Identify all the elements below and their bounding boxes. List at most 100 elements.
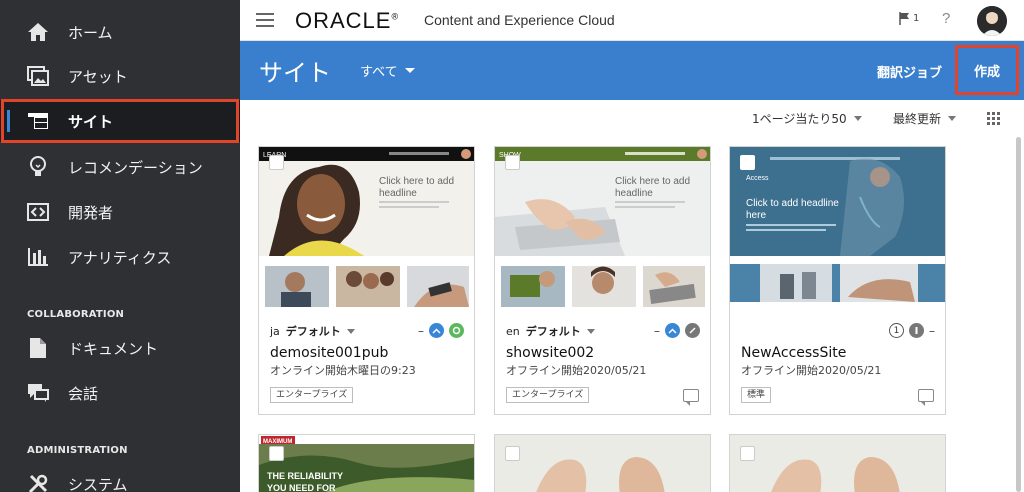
online-icon [449,323,464,338]
conversation-icon [26,381,50,405]
select-checkbox[interactable] [740,446,755,461]
lightbulb-icon [26,155,50,179]
site-card[interactable]: SHOW Click here to add headline en デフォルト [494,146,711,415]
site-status: オンライン開始木曜日の9:23 [270,364,416,377]
site-card[interactable]: LEARN Click here to add headline ja デフォル… [258,146,475,415]
offline-icon [685,323,700,338]
draft-icon [909,323,924,338]
chevron-down-icon [586,328,595,334]
minus-icon[interactable]: – [654,324,660,338]
developer-icon [26,200,50,224]
assets-icon [26,64,50,88]
language-label: デフォルト [525,325,581,338]
site-name[interactable]: NewAccessSite [741,345,846,361]
help-icon[interactable]: ? [942,10,950,27]
site-status-icons: 1 – [889,323,935,338]
hamburger-menu-icon[interactable] [256,13,274,27]
site-card[interactable]: Access Click to add headline here 1 – Ne… [729,146,946,415]
document-icon [26,336,50,360]
section-administration: ADMINISTRATION [27,445,128,456]
sidebar-item-analytics[interactable]: アナリティクス [0,236,240,278]
sidebar-item-label: システム [68,475,128,492]
language-code: ja [270,324,280,338]
site-card[interactable] [729,434,946,492]
svg-text:headline: headline [379,188,417,199]
select-checkbox[interactable] [740,155,755,170]
site-type-badge: 標準 [741,387,772,403]
sidebar-item-label: アナリティクス [68,248,172,267]
sidebar-item-label: アセット [68,67,128,86]
site-thumbnail: SHOW Click here to add headline [495,147,710,311]
chevron-down-icon [853,116,862,121]
site-status: オフライン開始2020/05/21 [506,364,647,377]
flag-icon [899,12,909,25]
language-code: en [506,324,520,338]
analytics-icon [26,245,50,269]
site-type-badge: エンタープライズ [506,387,590,403]
site-card[interactable]: MAXIMUM THE RELIABILITY YOU NEED FOR [258,434,475,492]
sidebar-item-label: ドキュメント [68,339,159,358]
product-name: Content and Experience Cloud [424,12,615,28]
select-checkbox[interactable] [505,155,520,170]
filter-dropdown[interactable]: すべて [360,61,415,80]
per-page-dropdown[interactable]: 1ページ当たり50 [752,110,862,127]
per-page-label: 1ページ当たり50 [752,112,847,126]
published-icon [429,323,444,338]
page-header-bar: サイト すべて 翻訳ジョブ 作成 [240,41,1024,100]
svg-text:here: here [746,210,766,221]
sidebar-item-label: 開発者 [68,203,114,222]
home-icon [26,20,50,44]
count-badge: 1 [889,323,904,338]
svg-text:Click to add headline: Click to add headline [746,198,839,209]
sidebar: ホーム アセット サイト レコメンデーション 開発者 アナリティクス COLLA… [0,0,240,492]
site-thumbnail [495,435,710,492]
select-checkbox[interactable] [505,446,520,461]
language-label: デフォルト [285,325,341,338]
language-dropdown[interactable]: ja デフォルト [270,323,355,339]
translation-jobs-link[interactable]: 翻訳ジョブ [877,62,942,81]
site-status-icons: – [654,323,700,338]
grid-view-icon[interactable] [987,112,1000,125]
section-collaboration: COLLABORATION [27,309,125,320]
svg-text:Click here to add: Click here to add [379,176,454,187]
site-card[interactable] [494,434,711,492]
select-checkbox[interactable] [269,155,284,170]
notification-count: 1 [913,13,920,24]
template-label: Access [746,175,769,182]
sort-dropdown[interactable]: 最終更新 [893,110,957,127]
avatar[interactable] [977,6,1007,36]
site-thumbnail: Access Click to add headline here [730,147,945,311]
tools-icon [26,472,50,492]
chevron-down-icon [948,116,957,121]
scrollbar[interactable] [1016,137,1021,492]
oracle-logo: ORACLE® [295,8,400,33]
minus-icon[interactable]: – [929,324,935,338]
comment-icon[interactable] [918,389,934,406]
site-name[interactable]: showsite002 [506,345,594,361]
comment-icon[interactable] [683,389,699,406]
sidebar-item-developer[interactable]: 開発者 [0,191,240,233]
svg-text:YOU NEED FOR: YOU NEED FOR [267,483,336,492]
sidebar-item-label: ホーム [68,23,113,42]
select-checkbox[interactable] [269,446,284,461]
language-dropdown[interactable]: en デフォルト [506,323,595,339]
sidebar-item-system[interactable]: システム [0,463,240,492]
sidebar-item-conversations[interactable]: 会話 [0,372,240,414]
sidebar-item-recommendations[interactable]: レコメンデーション [0,146,240,188]
sidebar-item-label: レコメンデーション [68,158,203,177]
site-type-badge: エンタープライズ [270,387,354,403]
chevron-down-icon [404,68,415,73]
notifications-button[interactable]: 1 [899,12,919,25]
sidebar-item-home[interactable]: ホーム [0,11,240,53]
sidebar-item-label: 会話 [68,384,99,403]
site-name[interactable]: demosite001pub [270,345,388,361]
sidebar-item-documents[interactable]: ドキュメント [0,327,240,369]
create-button[interactable]: 作成 [955,45,1019,95]
sort-label: 最終更新 [893,112,942,126]
svg-text:headline: headline [615,188,653,199]
top-header: ORACLE® Content and Experience Cloud 1 ? [240,0,1024,41]
site-thumbnail: LEARN Click here to add headline [259,147,474,311]
page-title: サイト [259,59,331,87]
sidebar-item-assets[interactable]: アセット [0,55,240,97]
minus-icon[interactable]: – [418,324,424,338]
